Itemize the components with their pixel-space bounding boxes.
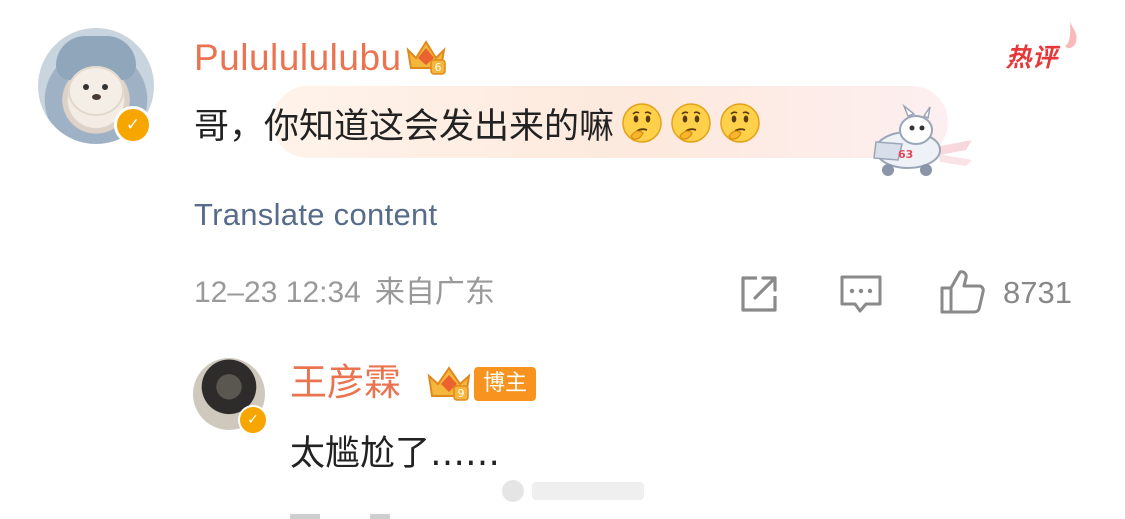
cut-off-next-line	[290, 514, 390, 519]
verified-badge-icon: ✓	[114, 106, 152, 144]
like-thumbs-up-icon[interactable]	[938, 268, 986, 316]
reply-text[interactable]: 太尴尬了……	[290, 430, 500, 478]
crown-level-icon: 9	[427, 366, 471, 401]
comment-text[interactable]: 哥，你知道这会发出来的嘛	[194, 102, 761, 151]
airplane-sticker-icon: 63	[873, 104, 972, 176]
flame-icon	[1065, 22, 1077, 49]
thinking-emoji-icon	[720, 103, 760, 143]
avatar-eye	[102, 84, 108, 90]
translate-content-link[interactable]: Translate content	[194, 194, 437, 236]
avatar-face	[68, 66, 124, 116]
watermark-logo	[502, 480, 644, 502]
like-count: 8731	[1003, 275, 1072, 310]
comment-meta: 12–23 12:34 来自广东	[194, 272, 495, 314]
verified-badge-icon: ✓	[238, 405, 268, 435]
comment-reply-icon[interactable]	[838, 272, 884, 316]
svg-text:6: 6	[435, 61, 442, 74]
comment-body: 哥，你知道这会发出来的嘛	[194, 107, 615, 147]
hot-comment-badge: 热评	[1006, 43, 1059, 72]
svg-text:9: 9	[458, 387, 465, 400]
thinking-emoji-icon	[622, 103, 662, 143]
svg-text:63: 63	[898, 148, 913, 161]
host-badge: 博主	[474, 367, 537, 401]
commenter-username[interactable]: Pululululubu	[194, 36, 402, 80]
comment-location: 来自广东	[374, 275, 495, 310]
crown-level-icon: 6	[406, 40, 446, 75]
thinking-emoji-icon	[671, 103, 711, 143]
avatar-nose	[92, 94, 101, 100]
share-icon[interactable]	[737, 272, 781, 316]
comment-timestamp: 12–23 12:34	[194, 276, 361, 309]
blogger-username[interactable]: 王彦霖	[290, 360, 401, 406]
avatar-eye	[83, 84, 89, 90]
